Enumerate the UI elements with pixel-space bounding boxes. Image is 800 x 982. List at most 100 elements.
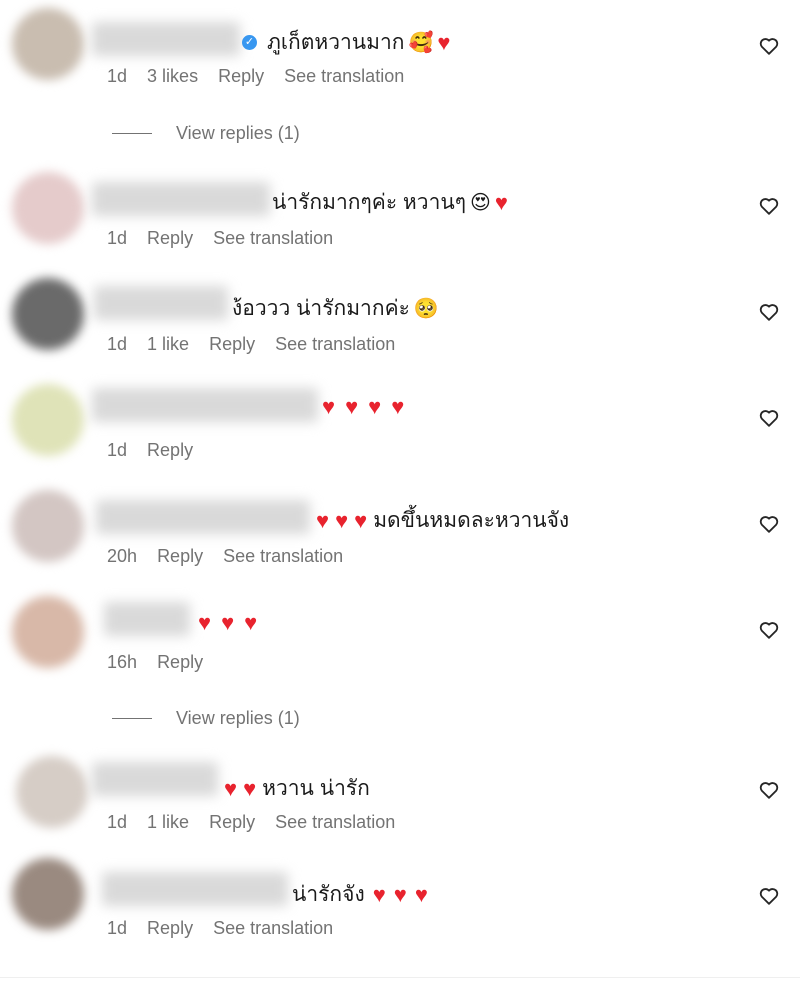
comment-text: ♥ ♥ ♥ มดขึ้นหมดละหวานจัง <box>316 504 569 537</box>
pleading-face-emoji-icon: 🥺 <box>413 297 439 320</box>
view-replies-label: View replies (1) <box>176 707 300 728</box>
comment-time: 1d <box>107 918 128 938</box>
heart-outline-icon[interactable] <box>758 619 780 641</box>
avatar[interactable] <box>12 172 84 244</box>
avatar[interactable] <box>12 596 84 668</box>
avatar[interactable] <box>12 858 84 930</box>
comment-time: 20h <box>107 546 138 566</box>
username-blurred[interactable] <box>92 182 270 216</box>
reply-button[interactable]: Reply <box>147 918 193 938</box>
username-blurred[interactable] <box>94 286 228 320</box>
avatar[interactable] <box>12 490 84 562</box>
comment-item: ✓ ภูเก็ตหวานมาก 🥰 ♥ 1d 3 likes Reply See… <box>0 0 800 96</box>
comment-meta: 1d 1 like Reply See translation <box>107 334 410 355</box>
reply-button[interactable]: Reply <box>147 228 193 248</box>
see-translation-button[interactable]: See translation <box>223 546 343 566</box>
bottom-divider <box>0 977 800 978</box>
comment-time: 16h <box>107 652 138 672</box>
comment-text: ง้อววว น่ารักมากค่ะ 🥺 <box>232 292 439 325</box>
comment-text: น่ารักจัง ♥ ♥ ♥ <box>292 878 428 911</box>
see-translation-button[interactable]: See translation <box>275 334 395 354</box>
username-blurred[interactable] <box>102 872 288 906</box>
red-heart-emoji-icon: ♥ <box>372 881 386 907</box>
comment-meta: 1d Reply See translation <box>107 918 348 939</box>
red-heart-emoji-icon: ♥ <box>391 394 405 419</box>
comment-meta: 1d Reply <box>107 440 208 461</box>
comment-meta: 1d 1 like Reply See translation <box>107 812 410 833</box>
red-heart-emoji-icon: ♥ <box>368 394 382 419</box>
username-blurred[interactable] <box>104 602 190 636</box>
view-replies-button[interactable]: View replies (1) <box>112 121 300 145</box>
comment-body: ง้อววว น่ารักมากค่ะ <box>232 297 410 320</box>
reply-button[interactable]: Reply <box>157 546 203 566</box>
red-heart-emoji-icon: ♥ <box>335 507 349 533</box>
comment-text: ✓ ภูเก็ตหวานมาก 🥰 ♥ <box>242 26 450 59</box>
heart-eyes-emoji-icon: 😍 <box>470 191 491 214</box>
heart-outline-icon[interactable] <box>758 513 780 535</box>
comment-text: ♥ ♥ ♥ ♥ <box>322 396 404 418</box>
see-translation-button[interactable]: See translation <box>213 228 333 248</box>
reply-button[interactable]: Reply <box>218 66 264 86</box>
likes-count[interactable]: 3 likes <box>147 66 198 86</box>
comment-body: หวาน น่ารัก <box>262 777 370 800</box>
comment-item: ♥ ♥ หวาน น่ารัก 1d 1 like Reply See tran… <box>0 752 800 848</box>
red-heart-emoji-icon: ♥ <box>354 507 368 533</box>
comment-time: 1d <box>107 440 128 460</box>
comment-meta: 16h Reply <box>107 652 218 673</box>
see-translation-button[interactable]: See translation <box>284 66 404 86</box>
username-blurred[interactable] <box>92 388 318 422</box>
replies-divider-line <box>112 717 152 719</box>
red-heart-emoji-icon: ♥ <box>198 610 212 635</box>
likes-count[interactable]: 1 like <box>147 334 189 354</box>
avatar[interactable] <box>12 8 84 80</box>
heart-outline-icon[interactable] <box>758 407 780 429</box>
comment-text: ♥ ♥ ♥ <box>198 612 257 634</box>
red-heart-emoji-icon: ♥ <box>494 189 508 215</box>
see-translation-button[interactable]: See translation <box>213 918 333 938</box>
username-blurred[interactable] <box>92 762 218 796</box>
heart-outline-icon[interactable] <box>758 195 780 217</box>
red-heart-emoji-icon: ♥ <box>316 507 330 533</box>
username-blurred[interactable] <box>96 500 310 534</box>
see-translation-button[interactable]: See translation <box>275 812 395 832</box>
comment-item: น่ารักจัง ♥ ♥ ♥ 1d Reply See translation <box>0 858 800 954</box>
replies-divider-line <box>112 132 152 134</box>
red-heart-emoji-icon: ♥ <box>414 881 428 907</box>
view-replies-button[interactable]: View replies (1) <box>112 706 300 730</box>
heart-outline-icon[interactable] <box>758 35 780 57</box>
comment-item: ง้อววว น่ารักมากค่ะ 🥺 1d 1 like Reply Se… <box>0 274 800 370</box>
heart-outline-icon[interactable] <box>758 779 780 801</box>
heart-outline-icon[interactable] <box>758 301 780 323</box>
comment-meta: 20h Reply See translation <box>107 546 358 567</box>
avatar[interactable] <box>16 756 88 828</box>
comment-time: 1d <box>107 812 128 832</box>
avatar[interactable] <box>12 384 84 456</box>
red-heart-emoji-icon: ♥ <box>244 610 258 635</box>
comment-text: ♥ ♥ หวาน น่ารัก <box>224 772 370 805</box>
comment-text: น่ารักมากๆค่ะ หวานๆ 😍 ♥ <box>272 186 508 219</box>
reply-button[interactable]: Reply <box>157 652 203 672</box>
likes-count[interactable]: 1 like <box>147 812 189 832</box>
comment-meta: 1d 3 likes Reply See translation <box>107 66 419 87</box>
red-heart-emoji-icon: ♥ <box>224 775 238 801</box>
comment-body: มดขึ้นหมดละหวานจัง <box>373 509 570 532</box>
avatar[interactable] <box>12 278 84 350</box>
comment-time: 1d <box>107 66 128 86</box>
hug-face-emoji-icon: 🥰 <box>408 31 434 54</box>
comment-item: ♥ ♥ ♥ ♥ 1d Reply <box>0 380 800 476</box>
reply-button[interactable]: Reply <box>209 812 255 832</box>
heart-outline-icon[interactable] <box>758 885 780 907</box>
username-blurred[interactable] <box>92 22 240 56</box>
red-heart-emoji-icon: ♥ <box>322 394 336 419</box>
red-heart-emoji-icon: ♥ <box>393 881 407 907</box>
view-replies-label: View replies (1) <box>176 122 300 143</box>
comment-item: ♥ ♥ ♥ มดขึ้นหมดละหวานจัง 20h Reply See t… <box>0 486 800 582</box>
comment-meta: 1d Reply See translation <box>107 228 348 249</box>
reply-button[interactable]: Reply <box>147 440 193 460</box>
comment-item: ♥ ♥ ♥ 16h Reply <box>0 592 800 688</box>
red-heart-emoji-icon: ♥ <box>221 610 235 635</box>
comment-time: 1d <box>107 228 128 248</box>
red-heart-emoji-icon: ♥ <box>437 29 451 55</box>
reply-button[interactable]: Reply <box>209 334 255 354</box>
comment-time: 1d <box>107 334 128 354</box>
